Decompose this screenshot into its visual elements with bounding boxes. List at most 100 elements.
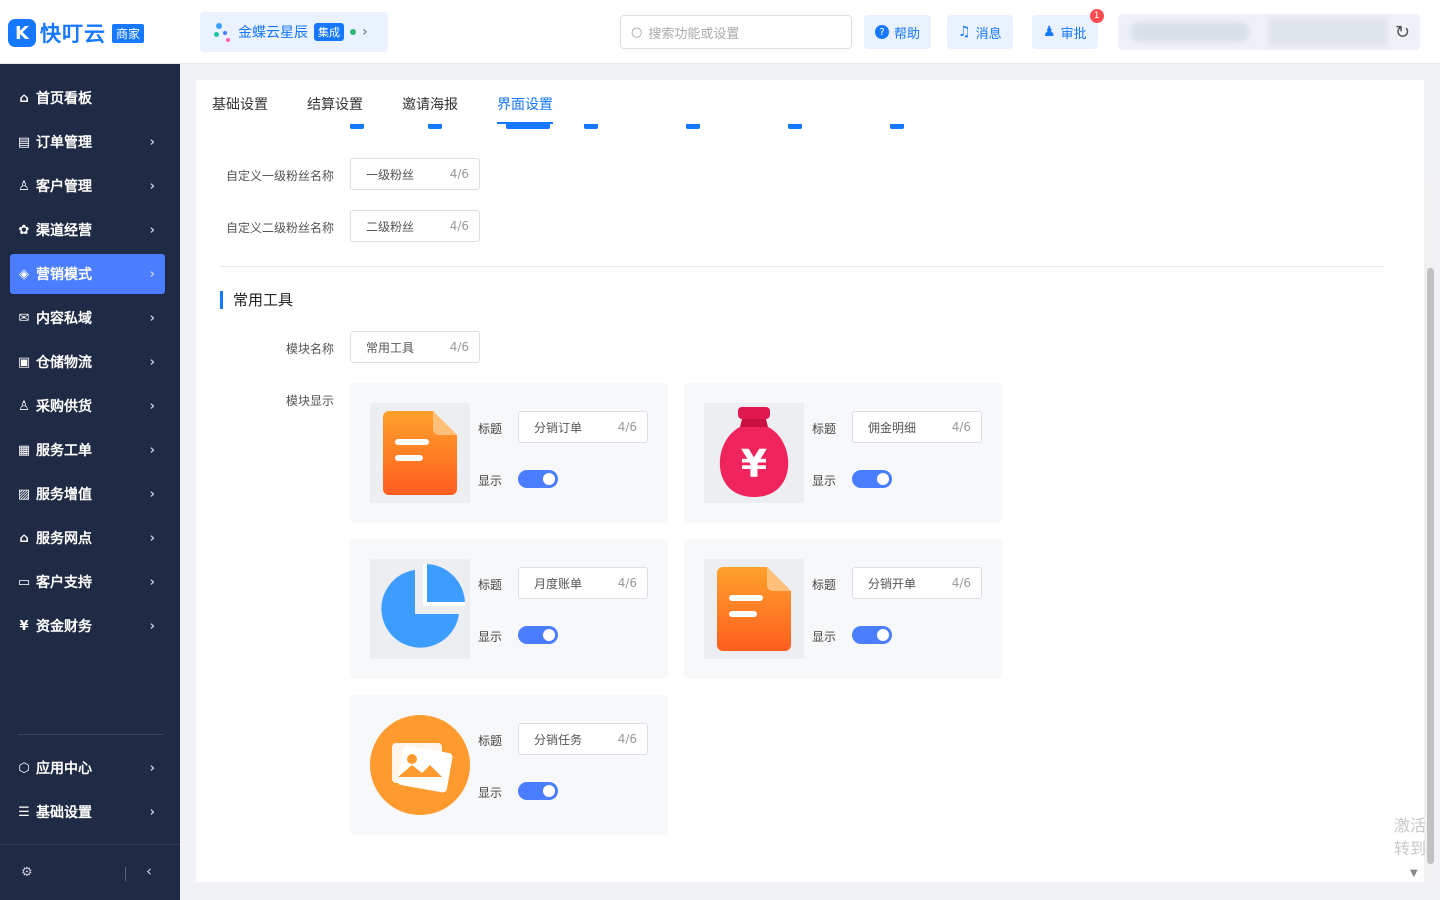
- collapse-sidebar-icon[interactable]: ‹: [146, 862, 152, 880]
- watermark-line1: 激活: [1394, 816, 1427, 835]
- sidebar-item-2[interactable]: ♙ 客户管理 ›: [10, 166, 165, 206]
- card-show-toggle[interactable]: [518, 782, 558, 800]
- document-icon[interactable]: [370, 403, 470, 503]
- sidebar-item-4[interactable]: ◈ 营销模式 ›: [10, 254, 165, 294]
- sidebar-item-11[interactable]: ▭ 客户支持 ›: [10, 562, 165, 602]
- card-show-toggle[interactable]: [518, 470, 558, 488]
- pie-chart-icon[interactable]: [370, 559, 470, 659]
- gear-icon[interactable]: ⚙: [21, 865, 33, 880]
- card-show-toggle[interactable]: [518, 626, 558, 644]
- sidebar-item-label: 仓储物流: [36, 355, 92, 371]
- approval-button[interactable]: ♟ 审批 1: [1032, 9, 1104, 49]
- sidebar-item-12[interactable]: ¥ 资金财务 ›: [10, 606, 165, 646]
- card-title-input[interactable]: 佣金明细 4/6: [852, 411, 982, 443]
- chevron-right-icon: ›: [362, 24, 368, 40]
- card-title-value: 分销订单: [534, 420, 583, 435]
- card-show-label: 显示: [478, 630, 503, 644]
- card-title-value: 月度账单: [534, 576, 583, 591]
- sidebar-item-5[interactable]: ✉ 内容私域 ›: [10, 298, 165, 338]
- image-icon[interactable]: [370, 715, 470, 815]
- messages-label: 消息: [975, 26, 1002, 42]
- money-bag-icon[interactable]: ¥: [704, 403, 804, 503]
- sidebar-item-6[interactable]: ▣ 仓储物流 ›: [10, 342, 165, 382]
- tab-2[interactable]: 邀请海报: [402, 94, 458, 124]
- document-icon[interactable]: [704, 559, 804, 659]
- sidebar-item-8[interactable]: ▦ 服务工单 ›: [10, 430, 165, 470]
- refresh-icon[interactable]: ↻: [1395, 22, 1410, 43]
- card-title-count: 4/6: [617, 420, 637, 434]
- scroll-thumb[interactable]: [1427, 268, 1434, 864]
- search-input[interactable]: ○ 搜索功能或设置: [620, 15, 852, 49]
- top-bar: K 快叮云 商家 金蝶云星辰 集成 › ○ 搜索功能或设置 ? 帮助 ♫ 消息 …: [0, 0, 1440, 64]
- customer-icon: ♙: [18, 178, 30, 194]
- card-title-input[interactable]: 分销开单 4/6: [852, 567, 982, 599]
- approval-badge: 1: [1089, 9, 1104, 23]
- sidebar-item-7[interactable]: ♙ 采购供货 ›: [10, 386, 165, 426]
- sidebar-item-label: 资金财务: [36, 619, 92, 635]
- gift-icon: ▨: [17, 486, 31, 502]
- tab-3[interactable]: 界面设置: [497, 94, 553, 124]
- card-show-toggle[interactable]: [852, 470, 892, 488]
- card-show-toggle[interactable]: [852, 626, 892, 644]
- card-show-label: 显示: [812, 630, 837, 644]
- card-title-input[interactable]: 分销订单 4/6: [518, 411, 648, 443]
- redacted-avatar: [1268, 18, 1388, 46]
- card-title-count: 4/6: [617, 732, 637, 746]
- chevron-right-icon: ›: [149, 486, 155, 502]
- module-name-count: 4/6: [449, 340, 469, 354]
- sidebar-item-10[interactable]: ⌂ 服务网点 ›: [10, 518, 165, 558]
- page-scrollbar[interactable]: [1424, 180, 1436, 882]
- sidebar-item-label: 内容私域: [36, 311, 92, 327]
- sidebar-item-label: 客户支持: [36, 575, 92, 591]
- sidebar-item-9[interactable]: ▨ 服务增值 ›: [10, 474, 165, 514]
- card-show-label: 显示: [478, 474, 503, 488]
- tab-1[interactable]: 结算设置: [307, 94, 363, 124]
- warehouse-icon: ▣: [17, 354, 31, 370]
- card-show-label: 显示: [812, 474, 837, 488]
- app-center-icon: ⬡: [18, 760, 30, 776]
- sidebar-bottom-item-1[interactable]: ☰ 基础设置 ›: [10, 792, 165, 832]
- sidebar-item-label: 订单管理: [36, 135, 92, 151]
- sidebar-item-0[interactable]: ⌂ 首页看板: [10, 78, 165, 118]
- fan-level1-count: 4/6: [449, 167, 469, 181]
- fan-level1-value: 一级粉丝: [366, 167, 415, 182]
- card-title-input[interactable]: 分销任务 4/6: [518, 723, 648, 755]
- activation-watermark: 激活 转到: [1394, 814, 1440, 860]
- chevron-right-icon: ›: [149, 442, 155, 458]
- module-name-input[interactable]: 常用工具 4/6: [350, 331, 480, 363]
- sidebar-bottom-item-0[interactable]: ⬡ 应用中心 ›: [10, 748, 165, 788]
- bell-icon: ♫: [958, 24, 971, 40]
- store-switcher[interactable]: 金蝶云星辰 集成 ›: [200, 12, 388, 52]
- store-name: 金蝶云星辰: [238, 25, 308, 41]
- channel-icon: ✿: [18, 222, 30, 238]
- sidebar-item-3[interactable]: ✿ 渠道经营 ›: [10, 210, 165, 250]
- sidebar-item-1[interactable]: ▤ 订单管理 ›: [10, 122, 165, 162]
- card-title-input[interactable]: 月度账单 4/6: [518, 567, 648, 599]
- footer-separator: [125, 867, 126, 881]
- fan-level2-label: 自定义二级粉丝名称: [225, 221, 334, 235]
- tool-card: 标题 分销任务 4/6 显示: [350, 695, 668, 835]
- support-icon: ▭: [17, 574, 31, 590]
- home-icon: ⌂: [19, 90, 29, 106]
- scroll-down-arrow-icon[interactable]: ▼: [1410, 868, 1418, 879]
- fan-level1-input[interactable]: 一级粉丝 4/6: [350, 158, 480, 190]
- store-tag: 集成: [314, 23, 344, 41]
- help-button[interactable]: ? 帮助: [864, 15, 932, 49]
- help-icon: ?: [875, 25, 889, 39]
- tab-0[interactable]: 基础设置: [212, 94, 268, 124]
- redacted-info: [1130, 22, 1250, 42]
- messages-button[interactable]: ♫ 消息: [947, 15, 1013, 49]
- brand-logo[interactable]: K 快叮云 商家: [8, 18, 145, 48]
- user-account-box[interactable]: ↻: [1118, 14, 1420, 50]
- tool-card: ¥ 标题 佣金明细 4/6 显示: [684, 383, 1002, 523]
- card-show-label: 显示: [478, 786, 503, 800]
- settings-tabs: 基础设置 结算设置 邀请海报 界面设置: [212, 94, 553, 124]
- fan-level2-input[interactable]: 二级粉丝 4/6: [350, 210, 480, 242]
- purchase-icon: ♙: [18, 398, 30, 414]
- tools-section-title: 常用工具: [220, 291, 293, 309]
- chevron-right-icon: ›: [149, 760, 155, 776]
- sidebar-footer: ⚙ ‹: [0, 844, 180, 900]
- brand-logo-icon: K: [8, 19, 36, 47]
- sidebar-item-label: 基础设置: [36, 805, 92, 821]
- tool-card: 标题 分销开单 4/6 显示: [684, 539, 1002, 679]
